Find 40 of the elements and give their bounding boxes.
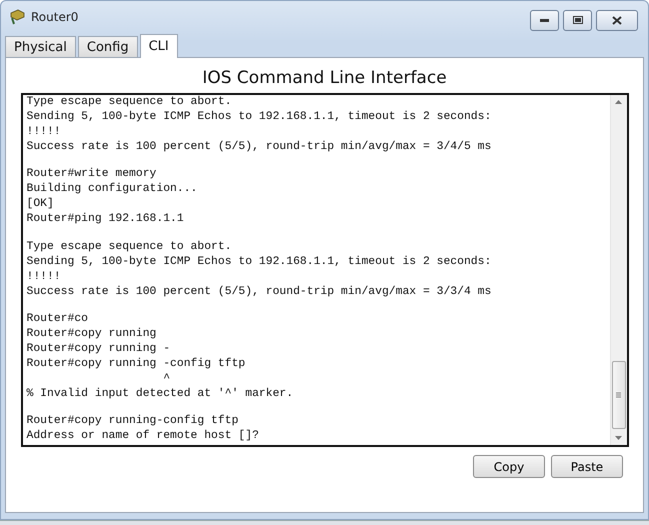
terminal[interactable] (20, 93, 628, 447)
tab[interactable]: CLI (140, 34, 178, 58)
terminal-line: !!!!! (26, 270, 62, 284)
terminal-line: Type escape sequence to abort. (26, 240, 233, 254)
terminal-line: Router#ping 192.168.1.1 (26, 212, 185, 228)
terminal-line: Router#copy running (26, 326, 158, 342)
terminal-line: Router#copy running - (26, 342, 172, 357)
terminal-line: % Invalid input detected at '^' marker. (26, 386, 294, 402)
scrollbar[interactable] (610, 95, 626, 445)
terminal-line: Router#copy running-config tftp (26, 414, 240, 429)
minimize-button[interactable] (530, 10, 559, 30)
terminal-line: [OK] (26, 197, 55, 212)
terminal-line: Address or name of remote host []? (26, 429, 260, 444)
window-title: Router0 (31, 10, 80, 24)
terminal-line: Router#co (26, 312, 90, 327)
scroll-thumb[interactable] (612, 361, 626, 429)
terminal-line: Success rate is 100 percent (5/5), round-trip min/avg/max = 3/3/4 ms (26, 284, 492, 300)
grip-icon (616, 392, 621, 398)
tab[interactable]: Physical (5, 36, 76, 57)
close-icon (612, 16, 622, 24)
action-button[interactable]: Copy (473, 455, 545, 478)
action-button[interactable]: Paste (551, 455, 623, 478)
scroll-up-icon[interactable] (615, 100, 622, 104)
terminal-line: Router#write memory (26, 167, 158, 182)
terminal-line: Building configuration... (26, 182, 198, 198)
maximize-button[interactable] (563, 10, 592, 30)
terminal-line: Type escape sequence to abort. (26, 95, 233, 110)
close-button[interactable] (596, 10, 638, 30)
maximize-icon (572, 16, 582, 24)
terminal-line: ^ (162, 372, 172, 387)
minimize-icon (540, 18, 549, 22)
tab[interactable]: Config (78, 36, 138, 57)
terminal-line: Router#copy running -config tftp (26, 356, 246, 372)
scroll-down-icon[interactable] (615, 436, 622, 440)
panel-heading: IOS Command Line Interface (202, 68, 447, 90)
terminal-line: Sending 5, 100-byte ICMP Echos to 192.168.1.1, timeout is 2 seconds: (26, 254, 492, 270)
terminal-line: Sending 5, 100-byte ICMP Echos to 192.168.1.1, timeout is 2 seconds: (26, 110, 492, 125)
terminal-line: !!!!! (26, 125, 62, 140)
router-icon (9, 9, 25, 25)
terminal-line: Success rate is 100 percent (5/5), round-trip min/avg/max = 3/4/5 ms (26, 140, 492, 155)
